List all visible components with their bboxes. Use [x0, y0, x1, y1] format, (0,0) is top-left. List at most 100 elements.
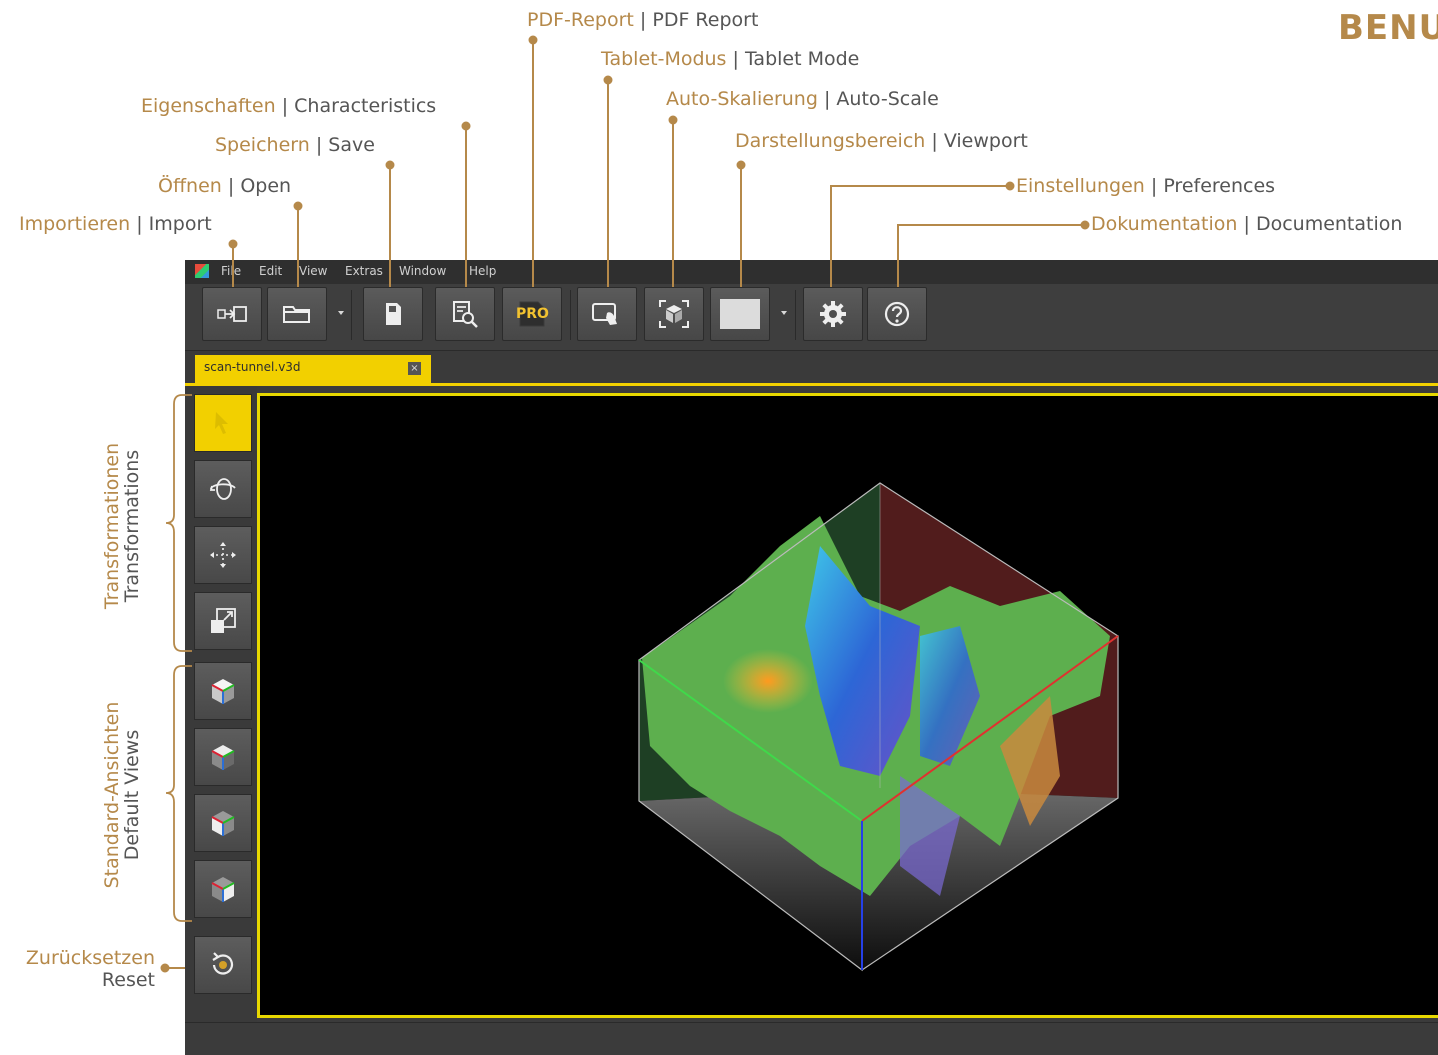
- help-icon: [884, 301, 910, 327]
- view-top-icon: [211, 745, 235, 770]
- documentation-button[interactable]: [867, 287, 927, 341]
- rotate-tool-button[interactable]: [194, 460, 252, 518]
- viewport-color-button[interactable]: [710, 287, 770, 341]
- scan-3d-model[interactable]: [260, 396, 1438, 1015]
- callout-separator: |: [732, 48, 739, 70]
- toolbar-separator: [351, 290, 352, 340]
- callout-en: Reset: [101, 969, 155, 991]
- callout-de: Auto-Skalierung: [666, 88, 818, 110]
- view-iso-icon: [211, 679, 235, 704]
- callout-documentation: Dokumentation | Documentation: [1091, 213, 1402, 235]
- callout-auto-scale: Auto-Skalierung | Auto-Scale: [666, 88, 939, 110]
- callout-en: Documentation: [1255, 213, 1403, 235]
- callout-en: Characteristics: [294, 95, 437, 117]
- callout-de: Importieren: [19, 213, 131, 235]
- callout-separator: |: [315, 134, 323, 156]
- view-side-icon: [211, 877, 235, 902]
- move-tool-button[interactable]: [194, 526, 252, 584]
- document-tab-bar: scan-tunnel.v3d ×: [185, 351, 1438, 386]
- callout-en: Open: [240, 175, 292, 197]
- scale-icon: [211, 608, 236, 633]
- callout-viewport: Darstellungsbereich | Viewport: [735, 130, 1028, 152]
- preferences-button[interactable]: [803, 287, 863, 341]
- toolbar: PRO: [185, 284, 1438, 351]
- callout-en: Viewport: [943, 130, 1028, 152]
- move-icon: [210, 542, 236, 568]
- callout-transformations: Transformationen Transformations: [101, 442, 143, 610]
- app-window: File Edit View Extras Window Help PRO sc…: [185, 260, 1438, 1055]
- menu-extras[interactable]: Extras: [345, 264, 383, 278]
- callout-de: Transformationen: [101, 442, 123, 610]
- callout-en: Transformations: [121, 449, 143, 603]
- callout-separator: |: [1243, 213, 1250, 235]
- menu-window[interactable]: Window: [399, 264, 446, 278]
- status-bar: [185, 1022, 1438, 1055]
- tablet-mode-icon: [592, 303, 617, 325]
- characteristics-button[interactable]: [435, 287, 495, 341]
- callout-de: Öffnen: [158, 175, 222, 197]
- menu-file[interactable]: File: [221, 264, 241, 278]
- save-button[interactable]: [363, 287, 423, 341]
- scale-tool-button[interactable]: [194, 592, 252, 650]
- callout-de: Tablet-Modus: [601, 48, 727, 70]
- app-logo-icon: [195, 264, 209, 278]
- callout-en: Auto-Scale: [836, 88, 939, 110]
- callout-de: Dokumentation: [1091, 213, 1238, 235]
- callout-separator: |: [1150, 175, 1158, 197]
- callout-en: Tablet Mode: [744, 48, 860, 70]
- callout-separator: |: [227, 175, 235, 197]
- auto-scale-button[interactable]: [644, 287, 704, 341]
- callout-pdf-report: PDF-Report | PDF Report: [527, 9, 758, 31]
- pro-badge: PRO: [516, 306, 549, 322]
- callout-default-views: Standard-Ansichten Default Views: [101, 701, 143, 889]
- view-iso-button[interactable]: [194, 662, 252, 720]
- callout-de: Standard-Ansichten: [101, 701, 123, 889]
- callout-preferences: Einstellungen | Preferences: [1016, 175, 1275, 197]
- viewport-dropdown-arrow[interactable]: [781, 311, 787, 315]
- callout-en: Import: [148, 213, 212, 235]
- save-icon: [386, 303, 401, 325]
- characteristics-icon: [453, 301, 478, 328]
- callout-tablet-mode: Tablet-Modus | Tablet Mode: [601, 48, 859, 70]
- menu-help[interactable]: Help: [469, 264, 496, 278]
- menu-edit[interactable]: Edit: [259, 264, 282, 278]
- close-icon[interactable]: ×: [408, 362, 421, 375]
- callout-reset: Zurücksetzen Reset: [10, 947, 155, 991]
- open-folder-icon: [283, 306, 310, 323]
- gear-icon: [820, 301, 846, 327]
- pointer-icon: [215, 412, 228, 434]
- callout-separator: |: [136, 213, 143, 235]
- left-toolbar: [185, 386, 257, 1055]
- callout-open: Öffnen | Open: [158, 175, 291, 197]
- viewport-3d[interactable]: [257, 393, 1438, 1018]
- callout-separator: |: [931, 130, 938, 152]
- callout-de: Darstellungsbereich: [735, 130, 926, 152]
- view-side-button[interactable]: [194, 860, 252, 918]
- import-icon: [217, 306, 247, 322]
- callout-en: PDF Report: [652, 9, 759, 31]
- callout-de: Eigenschaften: [141, 95, 276, 117]
- view-front-icon: [211, 811, 235, 836]
- callout-separator: |: [639, 9, 647, 31]
- reset-icon: [212, 952, 234, 975]
- toolbar-separator: [570, 290, 571, 340]
- open-dropdown-arrow[interactable]: [338, 311, 344, 315]
- callout-import: Importieren | Import: [19, 213, 212, 235]
- reset-view-button[interactable]: [194, 936, 252, 994]
- view-top-button[interactable]: [194, 728, 252, 786]
- import-button[interactable]: [202, 287, 262, 341]
- auto-scale-icon: [659, 300, 689, 328]
- open-button[interactable]: [267, 287, 327, 341]
- callout-separator: |: [281, 95, 289, 117]
- rotate-icon: [209, 478, 236, 500]
- toolbar-separator: [795, 290, 796, 340]
- menu-bar: File Edit View Extras Window Help: [185, 260, 1438, 284]
- callout-en: Preferences: [1163, 175, 1276, 197]
- menu-view[interactable]: View: [299, 264, 327, 278]
- view-front-button[interactable]: [194, 794, 252, 852]
- document-tab-label: scan-tunnel.v3d: [204, 360, 301, 374]
- pointer-tool-button[interactable]: [194, 394, 252, 452]
- tablet-mode-button[interactable]: [577, 287, 637, 341]
- document-tab[interactable]: scan-tunnel.v3d ×: [195, 355, 431, 383]
- pdf-report-button[interactable]: PRO: [502, 287, 562, 341]
